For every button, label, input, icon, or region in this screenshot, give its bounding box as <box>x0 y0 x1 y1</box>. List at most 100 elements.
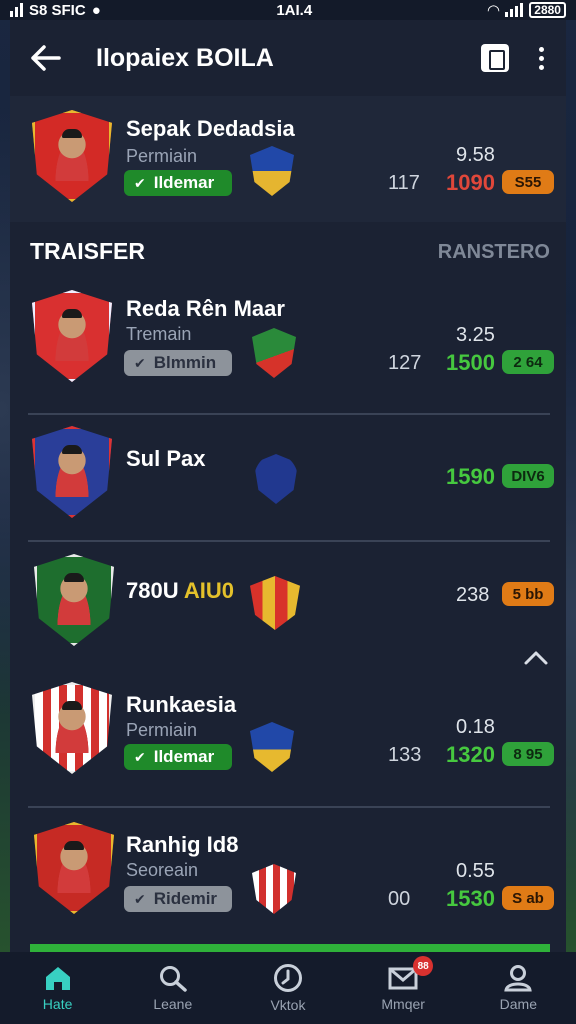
check-icon: ✔ <box>134 748 146 765</box>
row-divider <box>28 413 550 415</box>
clipboard-icon[interactable] <box>481 44 509 72</box>
player-crest <box>32 426 112 518</box>
section-filter-label[interactable]: RANSTERO <box>438 241 550 264</box>
page-title: Ilopaiex BOILA <box>96 43 274 72</box>
player-crest <box>34 822 114 914</box>
status-badge-label: Ildemar <box>153 173 215 192</box>
player-portrait <box>51 445 93 497</box>
nav-label: Vktok <box>270 997 306 1013</box>
player-rating: 9.58 <box>456 144 495 166</box>
app-header: Ilopaiex BOILA <box>10 20 566 96</box>
notification-icon: ● <box>91 1 101 19</box>
player-value: 1320 <box>446 742 495 767</box>
player-position: Tremain <box>126 324 192 344</box>
signal-icon <box>10 3 23 17</box>
search-icon <box>159 966 187 992</box>
player-crest <box>32 682 112 774</box>
player-name-accent: AIU0 <box>183 578 235 603</box>
nav-label: Dame <box>499 996 538 1012</box>
player-value: 1090 <box>446 170 495 195</box>
player-crest <box>32 110 112 202</box>
player-portrait <box>51 129 93 181</box>
player-name: Reda Rên Maar <box>126 296 285 321</box>
club-badge <box>250 146 294 196</box>
player-value: 1530 <box>446 886 495 911</box>
status-badge-label: Blmmin <box>153 353 217 372</box>
club-badge <box>252 864 296 914</box>
player-position: Permiain <box>126 146 198 166</box>
check-icon: ✔ <box>134 174 146 191</box>
row-divider <box>28 806 550 808</box>
player-age: 127 <box>388 352 422 374</box>
player-value: 1500 <box>446 350 495 375</box>
player-name: Ranhig Id8 <box>126 832 239 857</box>
nav-clock[interactable]: Vktok <box>238 963 338 1013</box>
status-badge: ✔ Ridemir <box>124 886 232 912</box>
status-bar: S8 SFIC ● 1AI.4 ◠ 2880 <box>0 0 576 20</box>
nav-label: Leane <box>153 996 193 1012</box>
carrier-text: S8 SFIC <box>29 1 86 19</box>
player-row[interactable]: Sul Pax 1590 DIV6 <box>10 416 566 540</box>
player-name: Sepak Dedadsia <box>126 116 295 141</box>
player-portrait <box>51 309 93 361</box>
price-tag: S ab <box>502 886 554 910</box>
player-row[interactable]: Reda Rên Maar Tremain ✔ Blmmin 3.25 127 … <box>10 282 566 412</box>
price-tag: 8 95 <box>502 742 554 766</box>
chevron-up-icon[interactable] <box>523 648 549 668</box>
clock-icon <box>273 964 302 992</box>
player-value: 238 <box>456 584 490 606</box>
more-options-icon[interactable] <box>531 43 552 74</box>
battery-indicator: 2880 <box>529 2 566 18</box>
nav-search[interactable]: Leane <box>123 964 223 1012</box>
player-portrait <box>53 841 95 893</box>
cell-signal-icon <box>505 3 524 17</box>
player-row[interactable]: Runkaesia Permiain ✔ Ildemar 0.18 133 13… <box>10 674 566 804</box>
player-name-main: 780U <box>126 578 179 603</box>
arrow-left-icon <box>31 45 61 71</box>
bottom-navigation: Hate Leane Vktok 88 Mmqer Dame <box>0 952 576 1024</box>
nav-label: Mmqer <box>381 996 425 1012</box>
row-divider <box>28 540 550 542</box>
player-value: 1590 <box>446 464 495 489</box>
price-tag: 5 bb <box>502 582 554 606</box>
player-row[interactable]: 780U AIU0 238 5 bb <box>10 544 566 664</box>
player-age: 00 <box>388 888 411 910</box>
profile-icon <box>504 965 533 992</box>
accent-strip <box>30 944 550 952</box>
nav-profile[interactable]: Dame <box>468 964 568 1012</box>
notification-badge: 88 <box>413 956 434 976</box>
back-button[interactable] <box>18 30 74 86</box>
price-tag: DIV6 <box>502 464 554 488</box>
player-age: 117 <box>388 172 420 194</box>
player-position: Seoreain <box>126 860 199 880</box>
nav-label: Hate <box>42 996 73 1012</box>
status-time: 1AI.4 <box>276 1 313 19</box>
player-rating: 0.18 <box>456 716 495 738</box>
player-portrait <box>51 701 93 753</box>
status-badge: ✔ Ildemar <box>124 744 232 770</box>
featured-player-card[interactable]: Sepak Dedadsia Permiain ✔ Ildemar 9.58 1… <box>10 96 566 222</box>
status-badge: ✔ Ildemar <box>124 170 232 196</box>
player-name: Runkaesia <box>126 692 237 717</box>
player-row[interactable]: Ranhig Id8 Seoreain ✔ Ridemir 0.55 00 15… <box>10 814 566 944</box>
status-right: ◠ 2880 <box>488 1 566 19</box>
player-portrait <box>53 573 95 625</box>
player-rating: 0.55 <box>456 860 495 882</box>
wifi-icon: ◠ <box>487 2 500 19</box>
status-badge: ✔ Blmmin <box>124 350 232 376</box>
player-age: 133 <box>388 744 422 766</box>
player-crest <box>34 554 114 646</box>
status-badge-label: Ildemar <box>153 747 215 766</box>
home-icon <box>45 967 70 990</box>
club-badge <box>250 722 294 772</box>
nav-home[interactable]: Hate <box>8 964 108 1012</box>
check-icon: ✔ <box>134 354 146 371</box>
price-tag: S55 <box>502 170 554 194</box>
player-name: Sul Pax <box>126 446 206 471</box>
nav-messages[interactable]: 88 Mmqer <box>353 956 453 1012</box>
status-left: S8 SFIC ● <box>10 2 101 19</box>
check-icon: ✔ <box>134 890 146 907</box>
player-name: 780U AIU0 <box>126 578 234 604</box>
club-badge <box>250 576 300 630</box>
club-badge <box>254 454 298 504</box>
